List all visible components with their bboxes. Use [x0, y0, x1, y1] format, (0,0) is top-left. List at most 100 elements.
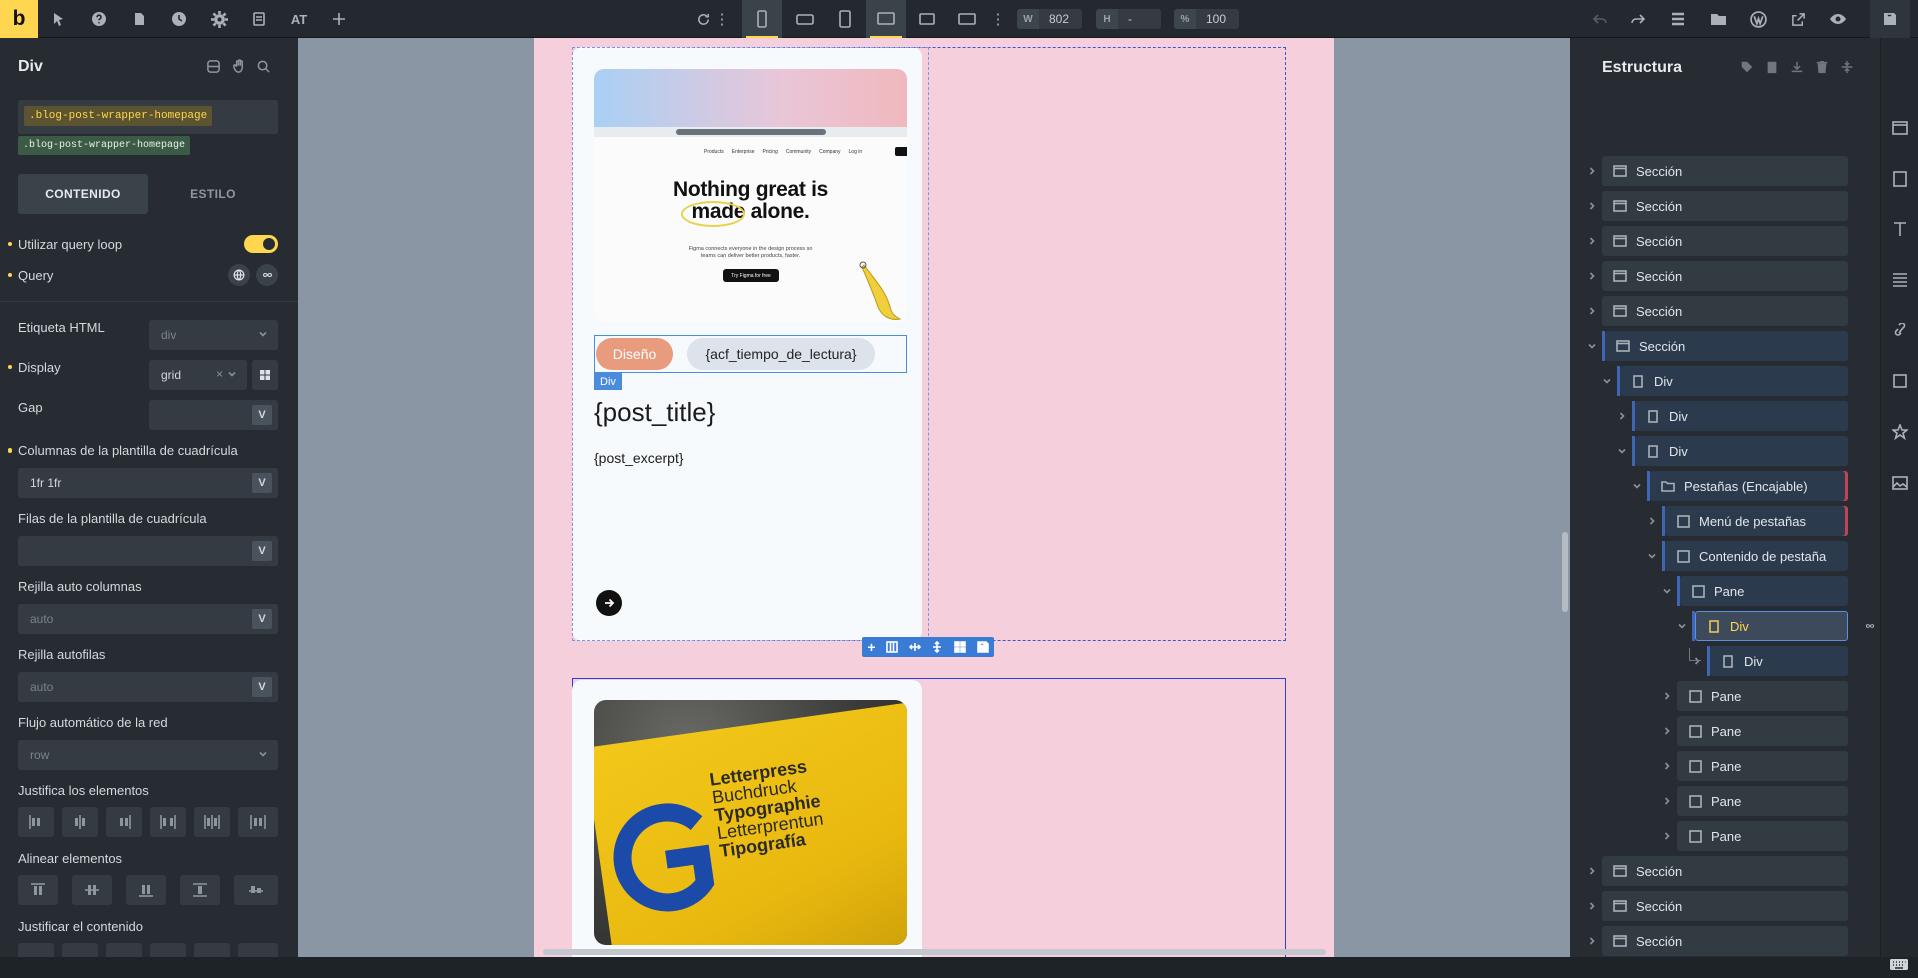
settings-icon[interactable] — [205, 0, 233, 38]
html-tag-select[interactable]: div — [149, 320, 278, 350]
query-loop-toggle[interactable] — [244, 235, 278, 253]
align-start-icon[interactable] — [18, 875, 58, 905]
list-category-icon[interactable] — [1892, 271, 1908, 287]
tab-style[interactable]: ESTILO — [148, 174, 278, 214]
undo-icon[interactable] — [1586, 0, 1614, 38]
resize-horizontal-icon[interactable] — [908, 641, 921, 653]
breakpoint-laptop-icon[interactable] — [912, 0, 942, 38]
chevron-right-icon[interactable] — [1661, 830, 1673, 842]
justify-content-center-icon[interactable] — [62, 943, 98, 957]
chevron-right-icon[interactable] — [1586, 305, 1598, 317]
align-end-icon[interactable] — [126, 875, 166, 905]
structure-item[interactable]: Sección — [1605, 331, 1848, 361]
justify-end-icon[interactable] — [106, 807, 142, 837]
horizontal-scrollbar[interactable] — [543, 949, 1326, 955]
structure-icon[interactable] — [1664, 0, 1692, 38]
chevron-right-icon[interactable] — [1646, 515, 1658, 527]
chevron-down-icon[interactable] — [1601, 375, 1613, 387]
add-icon[interactable]: + — [867, 639, 875, 655]
gap-input[interactable]: V — [149, 400, 278, 430]
structure-item[interactable]: Pane — [1677, 681, 1848, 711]
chevron-down-icon[interactable] — [1646, 550, 1658, 562]
keyboard-icon[interactable] — [1889, 956, 1911, 978]
typography-at-button[interactable]: AT — [285, 0, 313, 38]
unit-button[interactable]: V — [252, 677, 272, 697]
more-menu-icon[interactable]: ⋮ — [715, 0, 730, 38]
class-chip[interactable]: .blog-post-wrapper-homepage — [18, 136, 191, 155]
redo-icon[interactable] — [1624, 0, 1652, 38]
structure-item[interactable]: Div — [1635, 401, 1848, 431]
structure-item[interactable]: Sección — [1602, 226, 1848, 256]
breakpoint-desktop-icon[interactable] — [866, 0, 906, 38]
add-icon[interactable] — [325, 0, 353, 38]
structure-item[interactable]: Sección — [1602, 926, 1848, 956]
tab-content[interactable]: CONTENIDO — [18, 174, 148, 214]
help-icon[interactable] — [85, 0, 113, 38]
infinity-icon[interactable] — [256, 264, 278, 286]
wordpress-icon[interactable] — [1744, 0, 1772, 38]
structure-item[interactable]: Sección — [1602, 856, 1848, 886]
align-baseline-icon[interactable] — [234, 875, 278, 905]
preview-eye-icon[interactable] — [1824, 0, 1852, 38]
unit-button[interactable]: V — [252, 541, 272, 561]
chevron-right-icon[interactable] — [1586, 165, 1598, 177]
chevron-right-icon[interactable] — [1661, 795, 1673, 807]
grid-rows-input[interactable]: V — [18, 536, 278, 566]
grid-icon[interactable] — [954, 641, 966, 653]
presets-icon[interactable] — [206, 59, 221, 74]
columns-icon[interactable] — [886, 641, 898, 653]
chevron-right-icon[interactable] — [1586, 865, 1598, 877]
structure-item[interactable]: Pane — [1677, 716, 1848, 746]
external-link-icon[interactable] — [1784, 0, 1812, 38]
class-selector[interactable]: .blog-post-wrapper-homepage — [18, 100, 278, 134]
link-category-icon[interactable] — [1893, 323, 1907, 339]
chevron-right-icon[interactable] — [1586, 235, 1598, 247]
structure-item[interactable]: Div — [1695, 611, 1848, 641]
save-icon[interactable] — [1870, 0, 1910, 38]
vertical-scrollbar[interactable] — [1562, 532, 1568, 612]
structure-item[interactable]: Pane — [1677, 821, 1848, 851]
auto-columns-input[interactable]: auto V — [18, 604, 278, 634]
justify-content-start-icon[interactable] — [18, 943, 54, 957]
structure-item[interactable]: Div — [1635, 436, 1848, 466]
templates-icon[interactable] — [245, 0, 273, 38]
chevron-right-icon[interactable] — [1586, 200, 1598, 212]
auto-rows-input[interactable]: auto V — [18, 672, 278, 702]
hand-pointer-icon[interactable] — [231, 59, 246, 74]
structure-item[interactable]: Contenido de pestaña — [1665, 541, 1848, 571]
pointer-icon[interactable] — [44, 0, 72, 38]
justify-content-around-icon[interactable] — [194, 943, 230, 957]
chevron-right-icon[interactable] — [1616, 410, 1628, 422]
chevron-right-icon[interactable] — [1586, 900, 1598, 912]
height-field[interactable]: H - — [1096, 9, 1161, 29]
structure-item[interactable]: Div — [1620, 366, 1848, 396]
chevron-right-icon[interactable] — [1661, 690, 1673, 702]
resize-vertical-icon[interactable] — [931, 641, 943, 653]
clipboard-icon[interactable] — [1765, 60, 1779, 74]
breakpoint-more-icon[interactable]: ⋮ — [991, 0, 1006, 38]
active-class-tag[interactable]: .blog-post-wrapper-homepage — [24, 106, 213, 126]
justify-content-evenly-icon[interactable] — [238, 943, 278, 957]
structure-item[interactable]: Pane — [1677, 786, 1848, 816]
chevron-down-icon[interactable] — [1661, 585, 1673, 597]
structure-item[interactable]: Sección — [1602, 191, 1848, 221]
tag-icon[interactable] — [1740, 60, 1754, 74]
auto-flow-select[interactable]: row — [18, 740, 278, 770]
image-category-icon[interactable] — [1892, 475, 1908, 491]
post-card-2[interactable]: Letterpress Buchdruck Typographie Letter… — [572, 680, 922, 957]
align-center-icon[interactable] — [72, 875, 112, 905]
justify-center-icon[interactable] — [62, 807, 98, 837]
structure-item[interactable]: Sección — [1602, 261, 1848, 291]
pages-icon[interactable] — [125, 0, 153, 38]
structure-item[interactable]: Sección — [1602, 156, 1848, 186]
collapse-icon[interactable] — [1840, 60, 1854, 74]
container-category-icon[interactable] — [1893, 171, 1907, 187]
globe-icon[interactable] — [228, 264, 250, 286]
structure-item[interactable]: Pane — [1680, 576, 1848, 606]
grid-layout-icon[interactable] — [252, 360, 278, 390]
save-template-icon[interactable] — [976, 641, 989, 653]
builder-canvas[interactable]: Products Enterprise Pricing Community Co… — [298, 38, 1570, 957]
unit-button[interactable]: V — [252, 405, 272, 425]
download-icon[interactable] — [1790, 60, 1804, 74]
breakpoint-tablet-icon[interactable] — [830, 0, 860, 38]
